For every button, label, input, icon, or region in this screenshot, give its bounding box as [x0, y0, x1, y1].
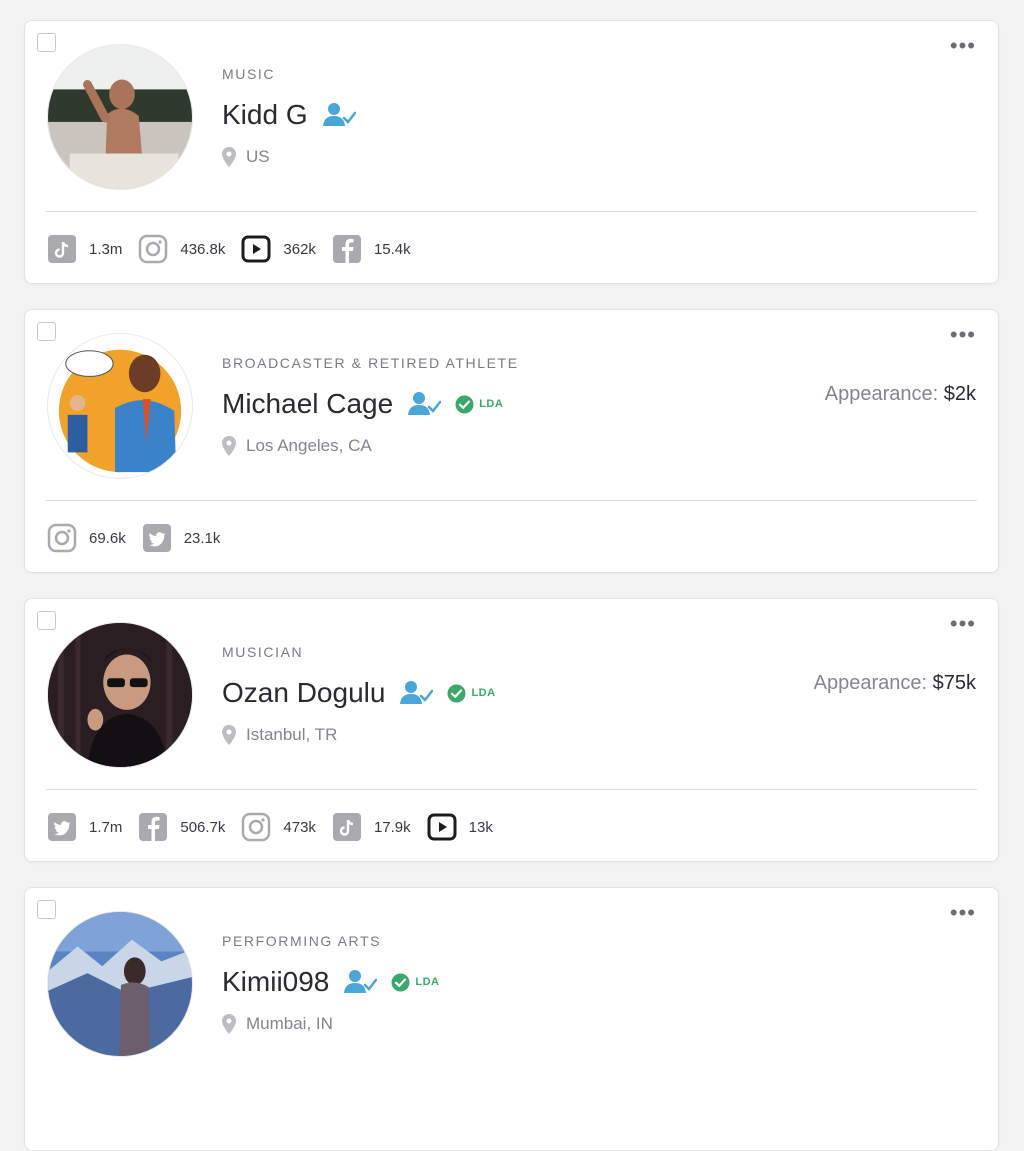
- twitter-icon: [142, 524, 171, 552]
- stat-value: 1.3m: [89, 240, 123, 258]
- divider: [46, 211, 977, 212]
- avatar[interactable]: [47, 911, 193, 1057]
- facebook-icon: [139, 813, 168, 841]
- instagram-icon: [242, 812, 271, 842]
- check-circle-icon: [447, 684, 466, 702]
- appearance-fee: Appearance: $2k: [825, 383, 976, 406]
- stat-value: 23.1k: [183, 529, 221, 547]
- location-pin-icon: [222, 725, 236, 745]
- check-circle-icon: [455, 395, 474, 413]
- verified-user-icon: [408, 392, 442, 415]
- divider: [46, 500, 977, 501]
- verified-user-icon: [322, 103, 356, 126]
- stat-twitter[interactable]: 1.7m: [47, 812, 122, 842]
- lda-label: LDA: [479, 398, 504, 410]
- stat-value: 17.9k: [373, 818, 411, 836]
- more-options-icon[interactable]: •••: [950, 902, 976, 924]
- stat-youtube[interactable]: 13k: [427, 812, 493, 842]
- talent-card[interactable]: ••• PERFORMING ARTS Kimii098 LDA Mumbai,…: [24, 887, 999, 1151]
- stat-twitter[interactable]: 23.1k: [142, 523, 221, 553]
- talent-card[interactable]: ••• MUSIC Kidd G US 1.3m 436.8k 362k 15.…: [24, 20, 999, 284]
- avatar-photo: [48, 45, 192, 189]
- twitter-icon: [48, 813, 76, 841]
- location-text: Istanbul, TR: [246, 725, 338, 744]
- more-options-icon[interactable]: •••: [950, 35, 976, 57]
- location-pin-icon: [222, 436, 236, 456]
- social-stats: 1.7m 506.7k 473k 17.9k 13k: [47, 812, 509, 842]
- appearance-value: $2k: [943, 383, 976, 405]
- appearance-label: Appearance:: [824, 383, 944, 405]
- appearance-value: $75k: [932, 672, 976, 694]
- more-options-icon[interactable]: •••: [950, 324, 976, 346]
- lda-label: LDA: [471, 687, 496, 699]
- more-options-icon[interactable]: •••: [950, 613, 976, 635]
- instagram-icon: [139, 234, 168, 264]
- stat-youtube[interactable]: 362k: [241, 234, 316, 264]
- youtube-icon: [241, 235, 271, 263]
- location-text: US: [246, 147, 270, 166]
- social-stats: 69.6k 23.1k: [47, 523, 236, 553]
- lda-label: LDA: [415, 976, 440, 988]
- avatar-photo: [48, 912, 192, 1056]
- stat-value: 506.7k: [180, 818, 226, 836]
- talent-name[interactable]: Kidd G: [222, 99, 308, 131]
- social-stats: 1.3m 436.8k 362k 15.4k: [47, 234, 427, 264]
- category-label: PERFORMING ARTS: [222, 933, 382, 949]
- divider: [46, 789, 977, 790]
- lda-badge: LDA: [455, 395, 503, 414]
- location-text: Mumbai, IN: [246, 1014, 333, 1033]
- youtube-icon: [427, 813, 457, 841]
- stat-value: 362k: [283, 240, 316, 258]
- select-checkbox[interactable]: [37, 33, 56, 52]
- stat-value: 473k: [283, 818, 316, 836]
- location-text: Los Angeles, CA: [246, 436, 372, 455]
- talent-name[interactable]: Kimii098: [222, 966, 329, 998]
- tiktok-icon: [48, 235, 76, 263]
- select-checkbox[interactable]: [37, 611, 56, 630]
- talent-card[interactable]: ••• BROADCASTER & RETIRED ATHLETE Michae…: [24, 309, 999, 573]
- location-pin-icon: [222, 147, 236, 167]
- avatar[interactable]: [47, 622, 193, 768]
- category-label: MUSICIAN: [222, 644, 304, 660]
- stat-value: 13k: [468, 818, 493, 836]
- talent-card[interactable]: ••• MUSICIAN Ozan Dogulu LDA Appearance:…: [24, 598, 999, 862]
- avatar[interactable]: [47, 44, 193, 190]
- stat-value: 436.8k: [180, 240, 226, 258]
- stat-facebook[interactable]: 15.4k: [332, 234, 411, 264]
- verified-user-icon: [344, 970, 378, 993]
- tiktok-icon: [332, 813, 361, 841]
- location-pin-icon: [222, 1014, 236, 1034]
- instagram-icon: [47, 523, 77, 553]
- stat-instagram[interactable]: 69.6k: [47, 523, 126, 553]
- stat-value: 15.4k: [373, 240, 411, 258]
- avatar-photo: [48, 334, 192, 478]
- stat-value: 1.7m: [89, 818, 123, 836]
- talent-name[interactable]: Ozan Dogulu: [222, 677, 385, 709]
- stat-facebook[interactable]: 506.7k: [138, 812, 225, 842]
- appearance-fee: Appearance: $75k: [814, 672, 976, 695]
- stat-instagram[interactable]: 473k: [241, 812, 316, 842]
- stat-tiktok[interactable]: 1.3m: [47, 234, 122, 264]
- facebook-icon: [332, 235, 361, 263]
- check-circle-icon: [391, 973, 410, 991]
- lda-badge: LDA: [447, 684, 495, 703]
- avatar-photo: [48, 623, 192, 767]
- stat-tiktok[interactable]: 17.9k: [332, 812, 411, 842]
- stat-instagram[interactable]: 436.8k: [138, 234, 225, 264]
- category-label: MUSIC: [222, 66, 276, 82]
- stat-value: 69.6k: [89, 529, 126, 547]
- talent-name[interactable]: Michael Cage: [222, 388, 393, 420]
- category-label: BROADCASTER & RETIRED ATHLETE: [222, 355, 519, 371]
- select-checkbox[interactable]: [37, 322, 56, 341]
- lda-badge: LDA: [391, 973, 439, 992]
- avatar[interactable]: [47, 333, 193, 479]
- appearance-label: Appearance:: [813, 672, 933, 694]
- verified-user-icon: [400, 681, 434, 704]
- select-checkbox[interactable]: [37, 900, 56, 919]
